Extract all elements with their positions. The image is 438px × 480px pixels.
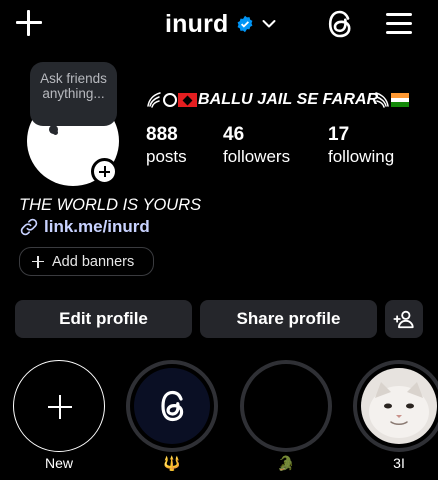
threads-icon[interactable]: [326, 9, 354, 39]
edit-profile-button[interactable]: Edit profile: [15, 300, 192, 338]
wing-icon-right: [375, 92, 390, 108]
followers-label: followers: [223, 147, 291, 166]
note-bubble[interactable]: Ask friends anything...: [30, 62, 117, 126]
account-switcher[interactable]: inurd: [165, 8, 276, 40]
india-flag-icon: [391, 93, 410, 108]
followers-stat[interactable]: 46 followers: [223, 124, 290, 168]
display-name: BALLU JAIL SE FARAR: [198, 91, 379, 108]
profile-link[interactable]: link.me/inurd: [19, 217, 150, 237]
followers-count: 46: [223, 124, 245, 145]
menu-icon[interactable]: [386, 11, 412, 35]
note-text: Ask friends anything...: [40, 71, 107, 101]
cat-photo: [369, 382, 429, 438]
following-label: following: [328, 147, 395, 166]
plus-icon: [32, 255, 44, 268]
highlight-ring: [353, 360, 438, 452]
create-post-button[interactable]: [14, 8, 44, 38]
share-profile-label: Share profile: [236, 309, 341, 328]
note-tail-dot-small: [53, 130, 58, 135]
highlight-ring: [240, 360, 332, 452]
following-count: 17: [328, 124, 350, 145]
highlight-label: 🔱: [163, 455, 181, 471]
display-name-row: BALLU JAIL SE FARAR: [146, 88, 410, 112]
add-person-icon: [393, 310, 414, 329]
highlight-label: New: [44, 455, 73, 471]
albania-flag-icon: [178, 93, 197, 107]
username-label: inurd: [165, 9, 229, 38]
top-bar: inurd: [0, 0, 438, 50]
verified-badge-icon: [237, 15, 252, 33]
plus-icon: [48, 395, 72, 419]
highlight-label: 🐊: [277, 455, 295, 471]
bio-text: THE WORLD IS YOURS: [19, 196, 202, 214]
wing-icon: [147, 92, 161, 108]
circle-icon: [163, 93, 177, 107]
following-stat[interactable]: 17 following: [328, 124, 394, 168]
posts-stat[interactable]: 888 posts: [146, 124, 187, 168]
threads-logo-icon: [161, 390, 184, 422]
add-banners-button[interactable]: Add banners: [19, 247, 154, 276]
discover-people-button[interactable]: [385, 300, 423, 338]
highlight-cover: [361, 368, 437, 444]
highlight-ring: [126, 360, 218, 452]
chevron-down-icon[interactable]: [262, 19, 276, 29]
add-story-icon[interactable]: [91, 158, 118, 185]
highlight-cover: [134, 368, 210, 444]
highlight-cover: [248, 368, 324, 444]
add-banners-label: Add banners: [52, 253, 135, 270]
edit-profile-label: Edit profile: [59, 309, 148, 328]
new-highlight-circle: [13, 360, 105, 452]
posts-label: posts: [146, 147, 187, 166]
highlight-label: 3I: [393, 455, 405, 471]
share-profile-button[interactable]: Share profile: [200, 300, 377, 338]
link-url: link.me/inurd: [44, 217, 150, 236]
link-icon: [20, 218, 38, 236]
posts-count: 888: [146, 124, 178, 145]
